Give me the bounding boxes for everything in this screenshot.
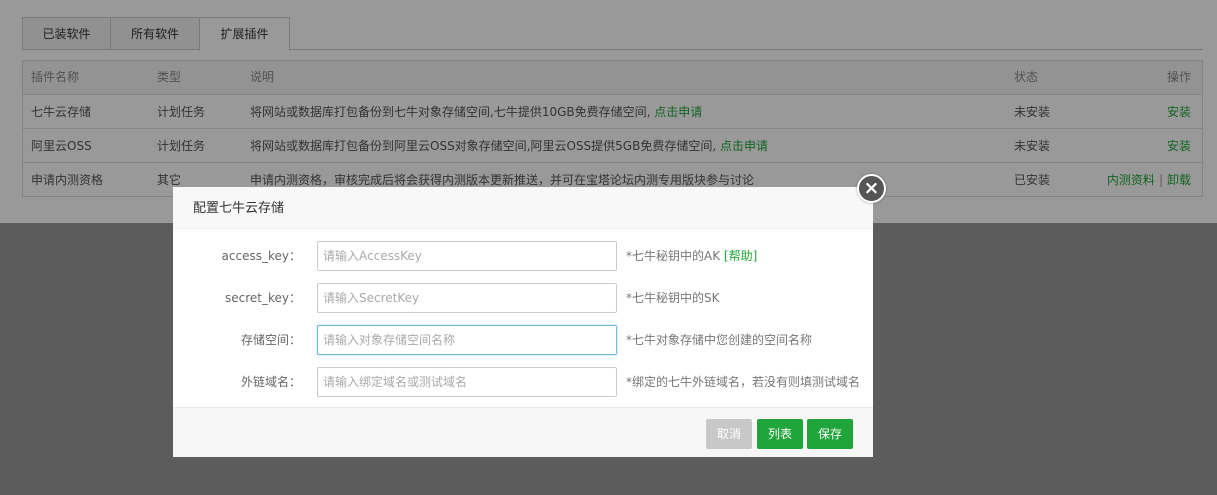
qiniu-config-dialog: 配置七牛云存储 × access_key： *七牛秘钥中的AK [帮助] sec…: [173, 174, 886, 457]
bucket-input[interactable]: [317, 325, 617, 355]
access-key-input[interactable]: [317, 241, 617, 271]
close-icon[interactable]: ×: [857, 174, 886, 203]
secret-key-label: secret_key：: [225, 291, 301, 305]
domain-label: 外链域名：: [240, 375, 301, 389]
dialog-title: 配置七牛云存储: [173, 187, 873, 229]
access-key-row: access_key： *七牛秘钥中的AK [帮助]: [173, 241, 873, 271]
bucket-label: 存储空间：: [240, 333, 301, 347]
access-key-label: access_key：: [221, 249, 301, 263]
help-link[interactable]: [帮助]: [724, 249, 757, 263]
cancel-button[interactable]: 取消: [706, 419, 752, 449]
access-key-tip-text: *七牛秘钥中的AK: [626, 249, 721, 263]
domain-input[interactable]: [317, 367, 617, 397]
dialog-footer: 取消 列表 保存: [173, 407, 873, 457]
secret-key-row: secret_key： *七牛秘钥中的SK: [173, 283, 873, 313]
domain-tip: *绑定的七牛外链域名，若没有则填测试域名: [626, 375, 861, 389]
secret-key-input[interactable]: [317, 283, 617, 313]
bucket-tip: *七牛对象存储中您创建的空间名称: [626, 333, 813, 347]
domain-row: 外链域名： *绑定的七牛外链域名，若没有则填测试域名: [173, 367, 873, 397]
save-button[interactable]: 保存: [807, 419, 853, 449]
access-key-tip: *七牛秘钥中的AK [帮助]: [626, 241, 757, 271]
secret-key-tip: *七牛秘钥中的SK: [626, 291, 720, 305]
list-button[interactable]: 列表: [757, 419, 803, 449]
bucket-row: 存储空间： *七牛对象存储中您创建的空间名称: [173, 325, 873, 355]
